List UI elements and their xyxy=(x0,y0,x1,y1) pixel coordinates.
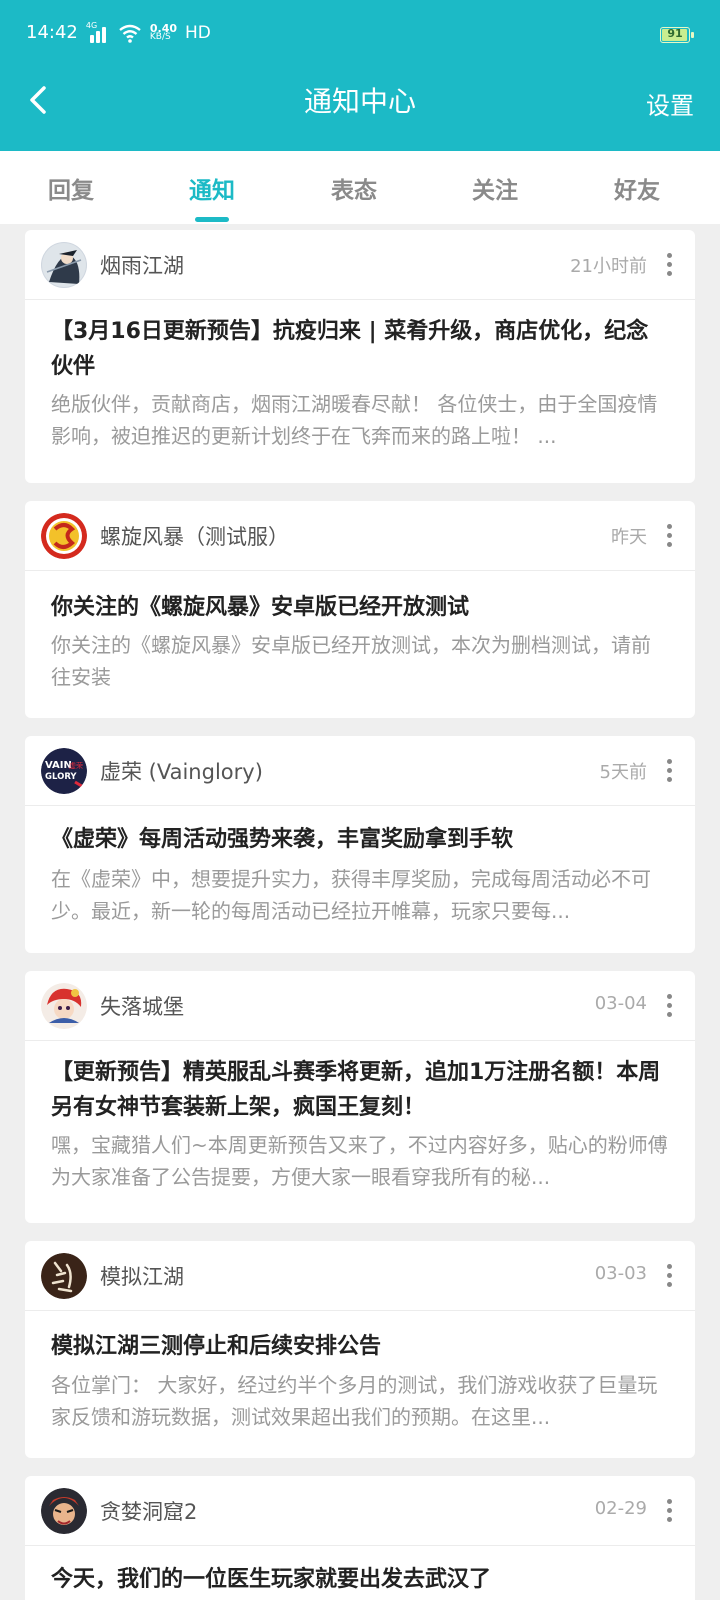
notification-summary: 嘿，宝藏猎人们~本周更新预告又来了，不过内容好多，贴心的粉师傅为大家准备了公告提… xyxy=(51,1133,668,1189)
tab-reactions[interactable]: 表态 xyxy=(304,171,404,205)
notification-summary: 各位掌门： 大家好，经过约半个多月的测试，我们游戏收获了巨量玩家反馈和游玩数据，… xyxy=(51,1373,658,1429)
author-name: 贪婪洞窟2 xyxy=(100,1500,198,1524)
more-options-icon[interactable] xyxy=(663,992,675,1020)
avatar[interactable] xyxy=(41,1253,87,1299)
author-name: 烟雨江湖 xyxy=(100,254,184,278)
author-name: 虚荣 (Vainglory) xyxy=(100,760,263,784)
avatar[interactable] xyxy=(41,513,87,559)
timestamp: 昨天 xyxy=(611,527,647,548)
notification-title: 【3月16日更新预告】抗疫归来 | 菜肴升级，商店优化，纪念伙伴 xyxy=(51,319,649,379)
notification-summary: 你关注的《螺旋风暴》安卓版已经开放测试，本次为删档测试，请前往安装 xyxy=(51,633,651,689)
svg-text:VAIN: VAIN xyxy=(45,760,72,771)
notification-card[interactable]: 模拟江湖 03-03 模拟江湖三测停止和后续安排公告 各位掌门： 大家好，经过约… xyxy=(25,1241,695,1458)
network-speed: 0.40 KB/S xyxy=(149,21,178,42)
svg-text:GLORY: GLORY xyxy=(45,772,77,782)
notification-card[interactable]: 贪婪洞窟2 02-29 今天，我们的一位医生玩家就要出发去武汉了 xyxy=(25,1476,695,1600)
status-bar: 14:42 4G 0.40 KB/S HD 91 xyxy=(0,0,720,70)
timestamp: 03-03 xyxy=(594,1263,647,1284)
status-time: 14:42 xyxy=(26,22,78,43)
svg-text:虚荣: 虚荣 xyxy=(69,761,83,770)
more-options-icon[interactable] xyxy=(663,251,675,279)
tab-follows[interactable]: 关注 xyxy=(445,171,545,205)
notification-card[interactable]: 烟雨江湖 21小时前 【3月16日更新预告】抗疫归来 | 菜肴升级，商店优化，纪… xyxy=(25,230,695,483)
avatar[interactable] xyxy=(41,1488,87,1534)
hd-indicator: HD xyxy=(185,22,211,43)
more-options-icon[interactable] xyxy=(663,1262,675,1290)
avatar[interactable] xyxy=(41,983,87,1029)
active-tab-indicator xyxy=(195,217,229,222)
tab-reply[interactable]: 回复 xyxy=(21,171,121,205)
author-name: 模拟江湖 xyxy=(100,1265,184,1289)
notification-title: 【更新预告】精英服乱斗赛季将更新，追加1万注册名额！本周另有女神节套装新上架，疯… xyxy=(51,1060,661,1120)
notification-card[interactable]: 失落城堡 03-04 【更新预告】精英服乱斗赛季将更新，追加1万注册名额！本周另… xyxy=(25,971,695,1223)
avatar[interactable]: VAIN 虚荣 GLORY xyxy=(41,748,87,794)
more-options-icon[interactable] xyxy=(663,522,675,550)
cellular-signal-icon: 4G xyxy=(86,21,110,43)
avatar[interactable] xyxy=(41,242,87,288)
notification-title: 今天，我们的一位医生玩家就要出发去武汉了 xyxy=(51,1567,492,1592)
more-options-icon[interactable] xyxy=(663,1497,675,1525)
timestamp: 02-29 xyxy=(594,1498,647,1519)
tab-notifications[interactable]: 通知 xyxy=(162,171,262,205)
notification-title: 模拟江湖三测停止和后续安排公告 xyxy=(51,1334,382,1359)
app-header: 14:42 4G 0.40 KB/S HD 91 通知中心 设置 xyxy=(0,0,720,151)
tab-friends[interactable]: 好友 xyxy=(587,171,687,205)
timestamp: 5天前 xyxy=(599,762,647,783)
settings-button[interactable]: 设置 xyxy=(646,86,694,121)
notification-card[interactable]: VAIN 虚荣 GLORY 虚荣 (Vainglory) 5天前 《虚荣》每周活… xyxy=(25,736,695,953)
page-title: 通知中心 xyxy=(303,85,416,118)
notification-title: 你关注的《螺旋风暴》安卓版已经开放测试 xyxy=(51,595,470,620)
timestamp: 03-04 xyxy=(594,993,647,1014)
author-name: 失落城堡 xyxy=(100,995,184,1019)
author-name: 螺旋风暴（测试服） xyxy=(100,525,289,549)
wifi-icon xyxy=(119,24,141,43)
notification-summary: 在《虚荣》中，想要提升实力，获得丰厚奖励，完成每周活动必不可少。最近，新一轮的每… xyxy=(51,867,651,923)
more-options-icon[interactable] xyxy=(663,757,675,785)
notification-title: 《虚荣》每周活动强势来袭，丰富奖励拿到手软 xyxy=(51,827,514,852)
notification-summary: 绝版伙伴，贡献商店，烟雨江湖暖春尽献！ 各位侠士，由于全国疫情影响，被迫推迟的更… xyxy=(51,392,658,448)
tab-bar: 回复 通知 表态 关注 好友 xyxy=(0,151,720,224)
notification-card[interactable]: 螺旋风暴（测试服） 昨天 你关注的《螺旋风暴》安卓版已经开放测试 你关注的《螺旋… xyxy=(25,501,695,718)
timestamp: 21小时前 xyxy=(570,256,647,277)
battery-icon: 91 xyxy=(660,27,694,43)
